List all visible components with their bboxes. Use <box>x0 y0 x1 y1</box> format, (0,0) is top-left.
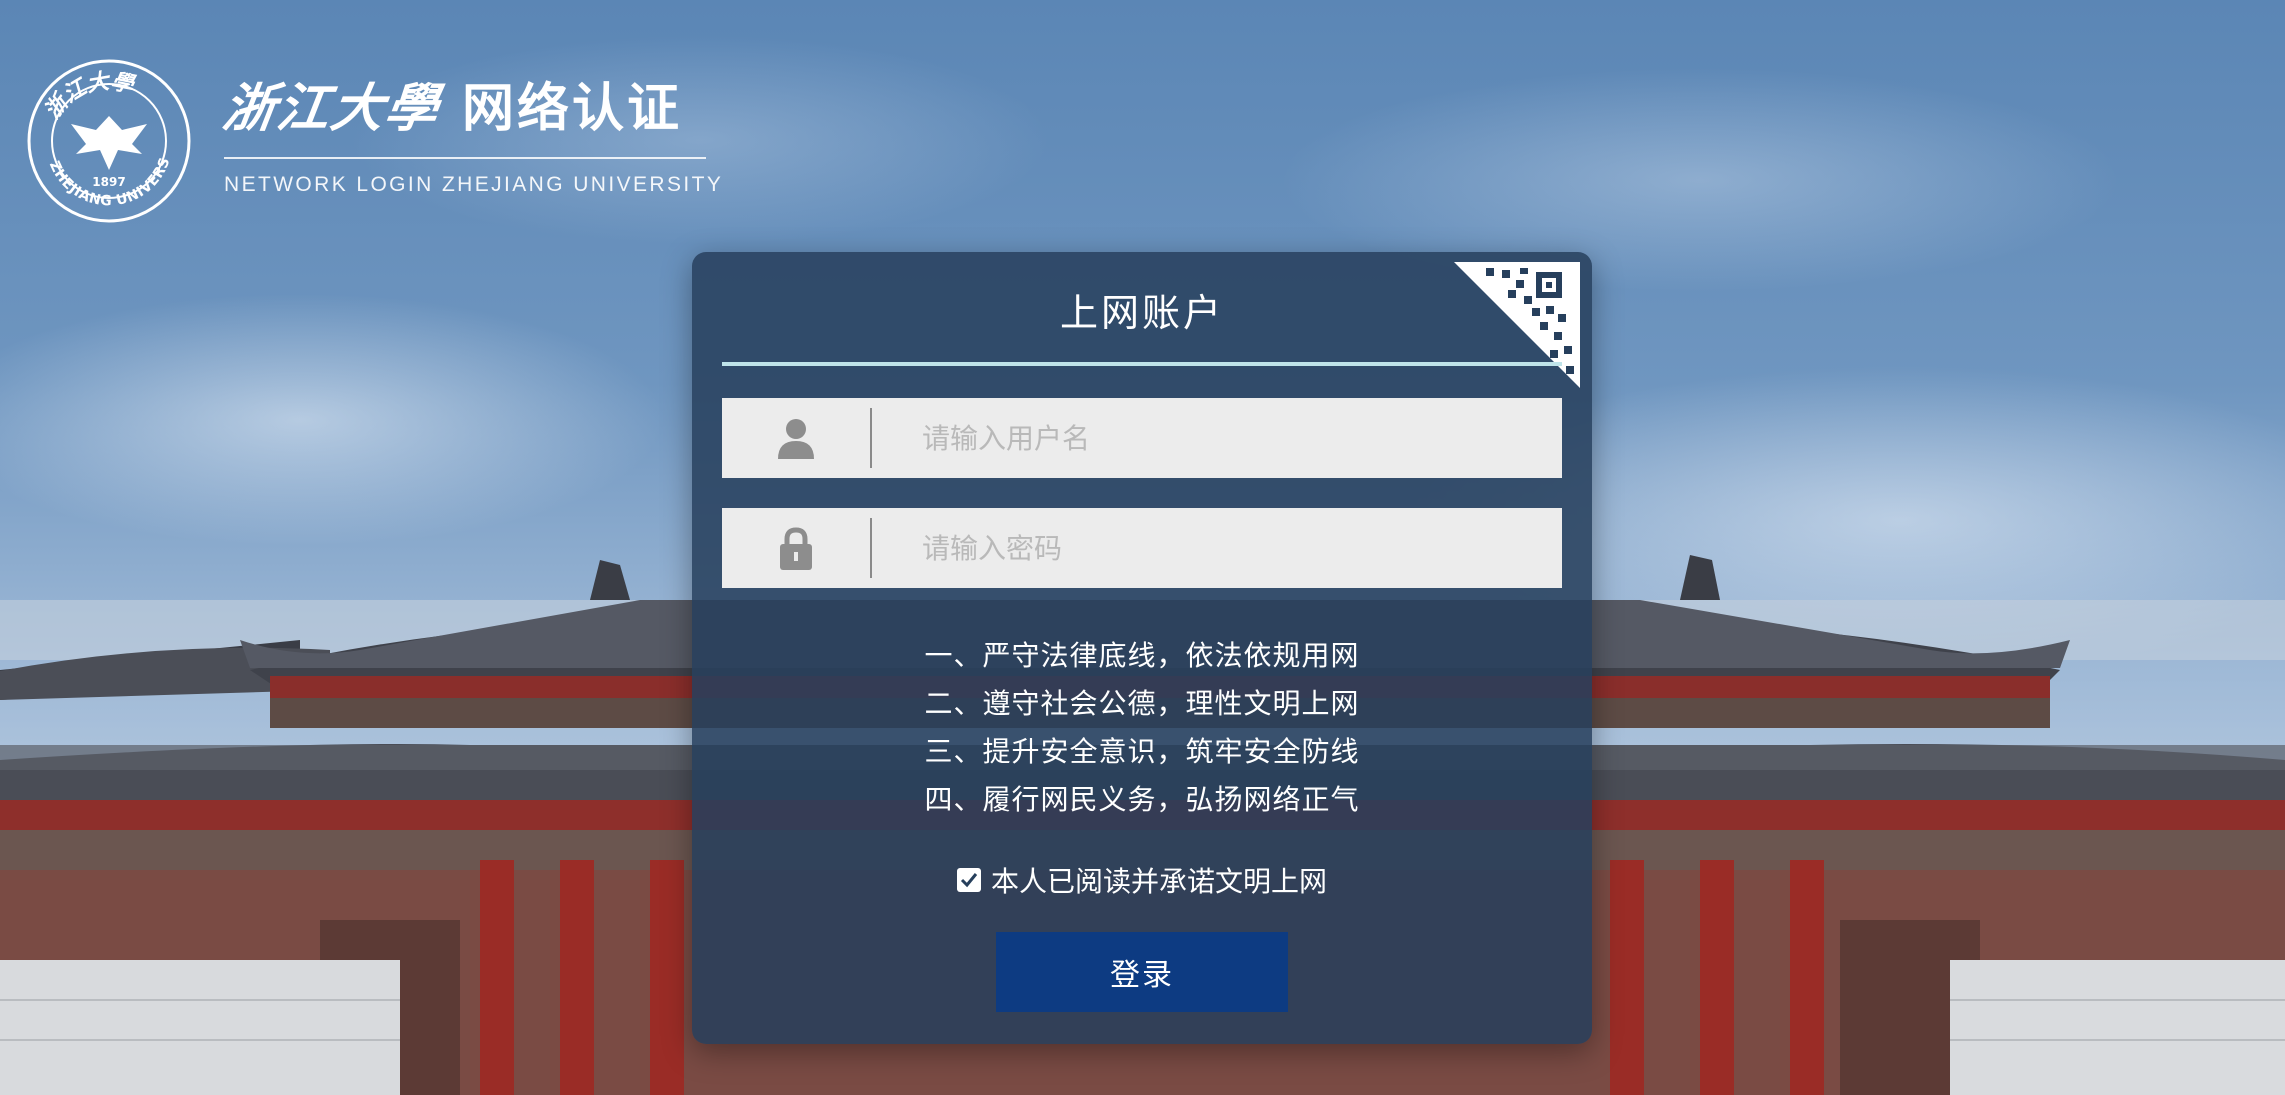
rule-item: 四、履行网民义务，弘扬网络正气 <box>924 783 1360 816</box>
usage-rules: 一、严守法律底线，依法依规用网 二、遵守社会公德，理性文明上网 三、提升安全意识… <box>692 632 1592 824</box>
brand-header: 浙江大學 网络认证 NETWORK LOGIN ZHEJIANG UNIVERS… <box>219 66 724 197</box>
rule-item: 二、遵守社会公德，理性文明上网 <box>924 687 1360 720</box>
title-underline <box>722 362 1562 366</box>
seal-year: 1897 <box>92 175 125 189</box>
login-panel-title: 上网账户 <box>1059 291 1224 335</box>
qr-code-icon[interactable] <box>1454 262 1580 388</box>
university-calligraphy-name: 浙江大學 <box>219 78 444 139</box>
checkmark-icon <box>960 873 978 888</box>
rule-item: 一、严守法律底线，依法依规用网 <box>924 639 1360 672</box>
brand-title-row: 浙江大學 网络认证 <box>219 66 723 141</box>
password-field[interactable] <box>722 507 1562 589</box>
brand-divider <box>224 157 706 159</box>
page-title: 网络认证 <box>462 79 683 139</box>
user-icon <box>722 398 870 478</box>
agreement-row[interactable]: 本人已阅读并承诺文明上网 <box>692 860 1592 900</box>
rule-item: 三、提升安全意识，筑牢安全防线 <box>924 735 1360 768</box>
username-field[interactable] <box>722 397 1562 479</box>
agreement-checkbox[interactable] <box>956 868 981 892</box>
password-input[interactable] <box>872 507 1562 589</box>
lock-icon <box>722 508 870 588</box>
seal-calligraphy: 浙江大學 <box>39 68 138 124</box>
svg-text:浙江大學: 浙江大學 <box>39 68 138 124</box>
university-seal-logo: 1897 ZHEJIANG UNIVERSITY 浙江大學 <box>26 58 191 223</box>
login-panel: 上网账户 请输入用户名 一、严守法律底线，依法依规用网 二、遵守社会公德，理性文… <box>692 252 1592 1044</box>
login-button[interactable]: 登录 <box>996 932 1288 1012</box>
username-input[interactable] <box>872 397 1562 479</box>
agreement-label[interactable]: 本人已阅读并承诺文明上网 <box>991 860 1327 900</box>
brand-subtitle: NETWORK LOGIN ZHEJIANG UNIVERSITY <box>224 173 724 196</box>
